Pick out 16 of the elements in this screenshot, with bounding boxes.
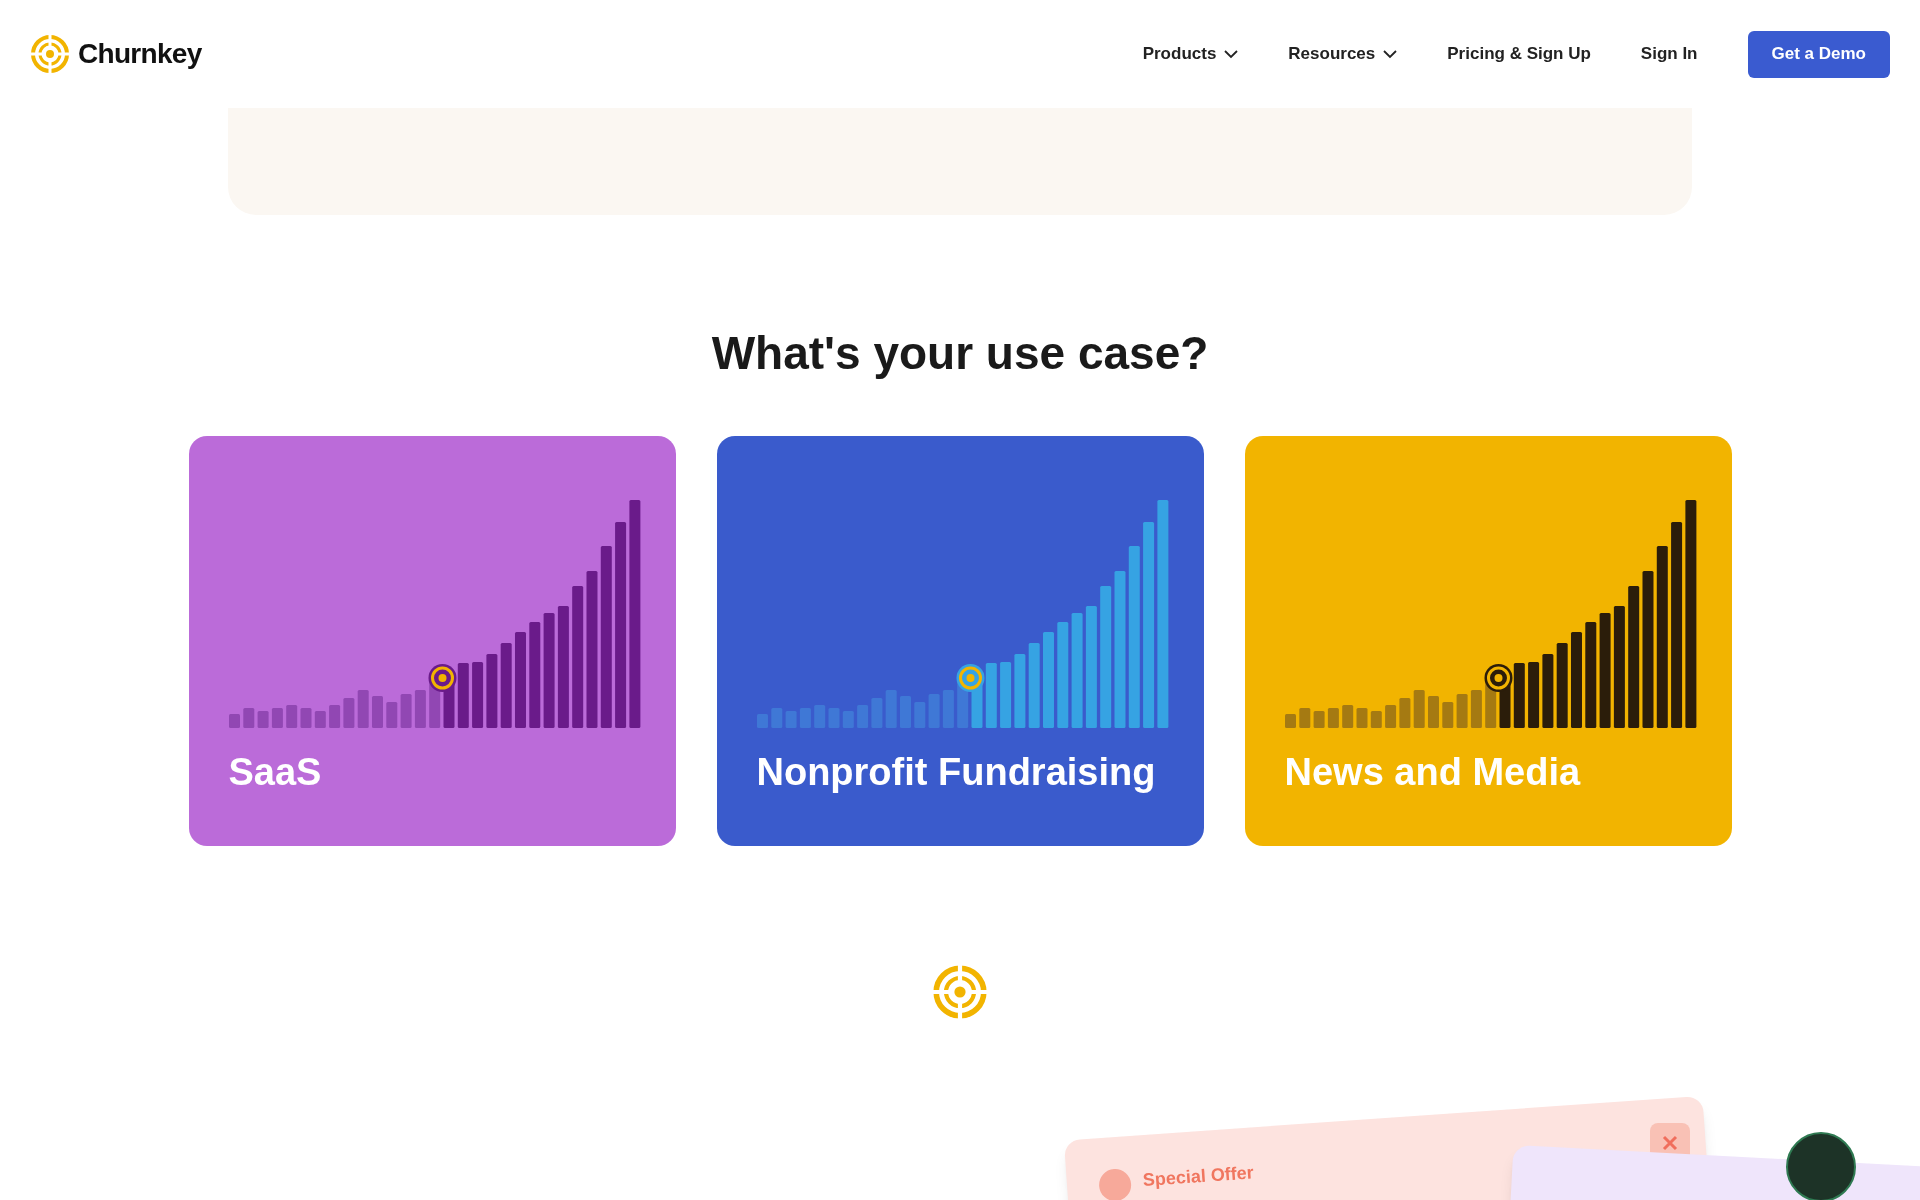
logo-icon [932, 964, 988, 1020]
section-heading: What's your use case? [710, 326, 1210, 381]
card-title: SaaS [228, 753, 323, 791]
logo-icon [30, 34, 70, 74]
use-case-card[interactable]: Nonprofit Fundraising [716, 436, 1204, 846]
chevron-down-icon [1224, 49, 1239, 59]
nav-link[interactable]: Sign In [1640, 41, 1698, 67]
nav-link[interactable]: Products [1142, 41, 1239, 67]
nav-link[interactable]: Pricing & Sign Up [1447, 41, 1591, 67]
card-title: Nonprofit Fundraising [756, 753, 1157, 791]
offer-label: Special Offer [1141, 1161, 1255, 1193]
get-demo-button[interactable]: Get a Demo [1747, 30, 1890, 78]
card-title: News and Media [1284, 753, 1582, 791]
chevron-down-icon [1383, 49, 1398, 59]
brand-name[interactable]: Churnkey [78, 33, 202, 75]
nav-link[interactable]: Resources [1288, 41, 1398, 67]
